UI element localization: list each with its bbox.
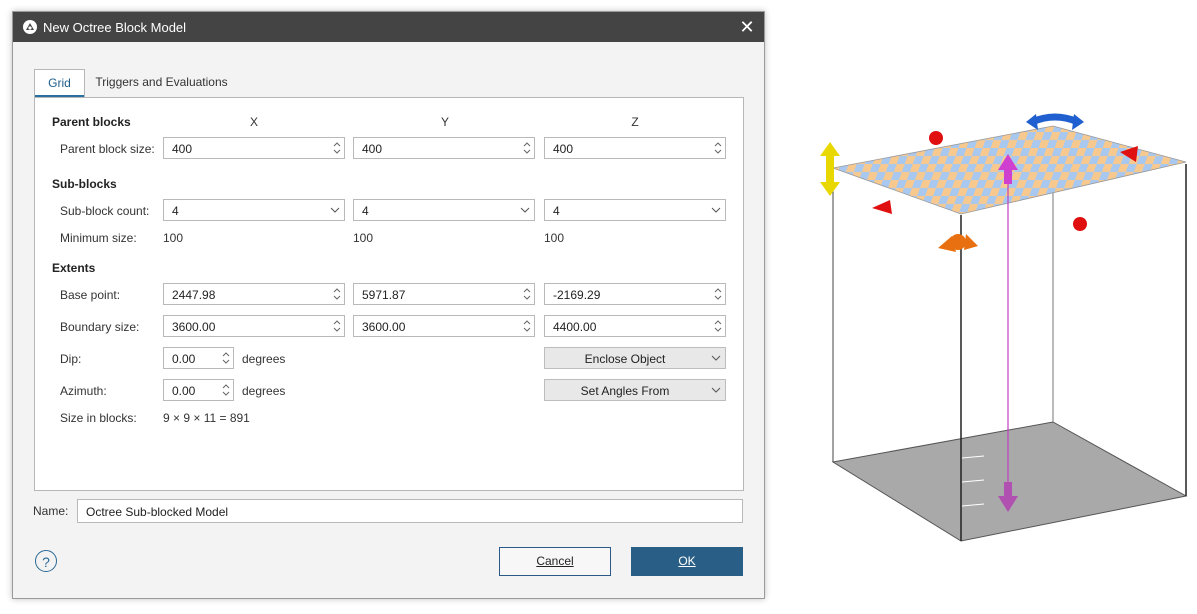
block-model-3d-preview[interactable]	[800, 100, 1197, 560]
name-input[interactable]: Octree Sub-blocked Model	[77, 499, 743, 523]
tab-triggers-and-evaluations[interactable]: Triggers and Evaluations	[93, 69, 230, 96]
sub-block-count-label: Sub-block count:	[60, 204, 150, 218]
red-corner-handle[interactable]	[929, 131, 943, 145]
spinner-arrows-icon[interactable]	[713, 286, 723, 302]
spinner-arrows-icon[interactable]	[332, 318, 342, 334]
red-corner-handle[interactable]	[872, 200, 892, 214]
chevron-down-icon[interactable]	[711, 385, 721, 395]
set-angles-from-label: Set Angles From	[580, 384, 670, 398]
sub-block-count-z-value: 4	[553, 204, 560, 218]
sub-blocks-heading: Sub-blocks	[52, 177, 117, 191]
boundary-size-label: Boundary size:	[60, 320, 140, 334]
base-point-z-value: -2169.29	[553, 288, 601, 302]
set-angles-from-button[interactable]: Set Angles From	[544, 379, 726, 401]
minimum-size-z-value: 100	[544, 231, 565, 245]
help-button[interactable]: ?	[35, 550, 57, 572]
cancel-button[interactable]: Cancel	[499, 547, 611, 576]
base-point-label: Base point:	[60, 288, 121, 302]
base-point-x-input[interactable]: 2447.98	[163, 283, 345, 305]
parent-blocks-heading: Parent blocks	[52, 115, 131, 129]
parent-block-size-label: Parent block size:	[60, 142, 155, 156]
spinner-arrows-icon[interactable]	[522, 318, 532, 334]
spinner-arrows-icon[interactable]	[332, 140, 342, 156]
chevron-down-icon[interactable]	[330, 205, 340, 215]
base-point-z-input[interactable]: -2169.29	[544, 283, 726, 305]
ok-button-label: OK	[678, 554, 696, 568]
dip-input[interactable]: 0.00	[163, 347, 234, 369]
dialog-title: New Octree Block Model	[43, 20, 187, 35]
size-in-blocks-label: Size in blocks:	[60, 411, 137, 425]
title-bar: New Octree Block Model ✕	[13, 12, 764, 42]
azimuth-input[interactable]: 0.00	[163, 379, 234, 401]
enclose-object-button[interactable]: Enclose Object	[544, 347, 726, 369]
red-corner-handle[interactable]	[1073, 217, 1087, 231]
sub-block-count-y-select[interactable]: 4	[353, 199, 535, 221]
spinner-arrows-icon[interactable]	[713, 140, 723, 156]
boundary-size-x-input[interactable]: 3600.00	[163, 315, 345, 337]
help-icon[interactable]: ?	[42, 554, 50, 570]
spinner-arrows-icon[interactable]	[221, 382, 231, 398]
base-point-y-value: 5971.87	[362, 288, 406, 302]
cancel-button-label: Cancel	[536, 554, 574, 568]
close-button[interactable]: ✕	[736, 16, 758, 38]
sub-block-count-y-value: 4	[362, 204, 369, 218]
minimum-size-label: Minimum size:	[60, 231, 137, 245]
app-logo-icon	[23, 20, 37, 34]
close-icon[interactable]: ✕	[739, 17, 754, 37]
new-octree-block-model-dialog: New Octree Block Model ✕ Grid Triggers a…	[12, 11, 765, 599]
sub-block-count-x-value: 4	[172, 204, 179, 218]
base-point-x-value: 2447.98	[172, 288, 216, 302]
orange-rotate-handle[interactable]	[938, 234, 978, 252]
minimum-size-x-value: 100	[163, 231, 184, 245]
extents-heading: Extents	[52, 261, 96, 275]
column-x-header: X	[249, 115, 258, 129]
chevron-down-icon[interactable]	[711, 205, 721, 215]
spinner-arrows-icon[interactable]	[522, 140, 532, 156]
chevron-down-icon[interactable]	[711, 353, 721, 363]
boundary-size-y-value: 3600.00	[362, 320, 406, 334]
grid-panel: Parent blocks X Y Z Parent block size: 4…	[34, 97, 744, 491]
spinner-arrows-icon[interactable]	[332, 286, 342, 302]
boundary-size-x-value: 3600.00	[172, 320, 216, 334]
box-floor	[831, 421, 1188, 542]
azimuth-value: 0.00	[172, 384, 196, 398]
sub-block-count-z-select[interactable]: 4	[544, 199, 726, 221]
name-value: Octree Sub-blocked Model	[86, 505, 229, 519]
parent-block-size-x-value: 400	[172, 142, 193, 156]
tab-grid[interactable]: Grid	[34, 69, 85, 97]
spinner-arrows-icon[interactable]	[221, 350, 231, 366]
base-point-y-input[interactable]: 5971.87	[353, 283, 535, 305]
tab-triggers-label: Triggers and Evaluations	[95, 75, 228, 89]
ok-button[interactable]: OK	[631, 547, 743, 576]
dip-unit-label: degrees	[242, 352, 286, 366]
sub-block-count-x-select[interactable]: 4	[163, 199, 345, 221]
spinner-arrows-icon[interactable]	[713, 318, 723, 334]
parent-block-size-z-value: 400	[553, 142, 574, 156]
name-label: Name:	[33, 504, 69, 518]
boundary-size-z-input[interactable]: 4400.00	[544, 315, 726, 337]
parent-block-size-z-input[interactable]: 400	[544, 137, 726, 159]
boundary-size-y-input[interactable]: 3600.00	[353, 315, 535, 337]
parent-block-size-y-input[interactable]: 400	[353, 137, 535, 159]
column-z-header: Z	[631, 115, 639, 129]
boundary-size-z-value: 4400.00	[553, 320, 597, 334]
azimuth-label: Azimuth:	[60, 384, 107, 398]
dip-value: 0.00	[172, 352, 196, 366]
tab-grid-label: Grid	[48, 76, 71, 90]
chevron-down-icon[interactable]	[520, 205, 530, 215]
enclose-object-label: Enclose Object	[584, 352, 666, 366]
dip-label: Dip:	[60, 352, 82, 366]
column-y-header: Y	[440, 115, 449, 129]
parent-block-size-y-value: 400	[362, 142, 383, 156]
minimum-size-y-value: 100	[353, 231, 374, 245]
azimuth-unit-label: degrees	[242, 384, 286, 398]
parent-block-size-x-input[interactable]: 400	[163, 137, 345, 159]
size-in-blocks-value: 9 × 9 × 11 = 891	[163, 411, 250, 425]
spinner-arrows-icon[interactable]	[522, 286, 532, 302]
